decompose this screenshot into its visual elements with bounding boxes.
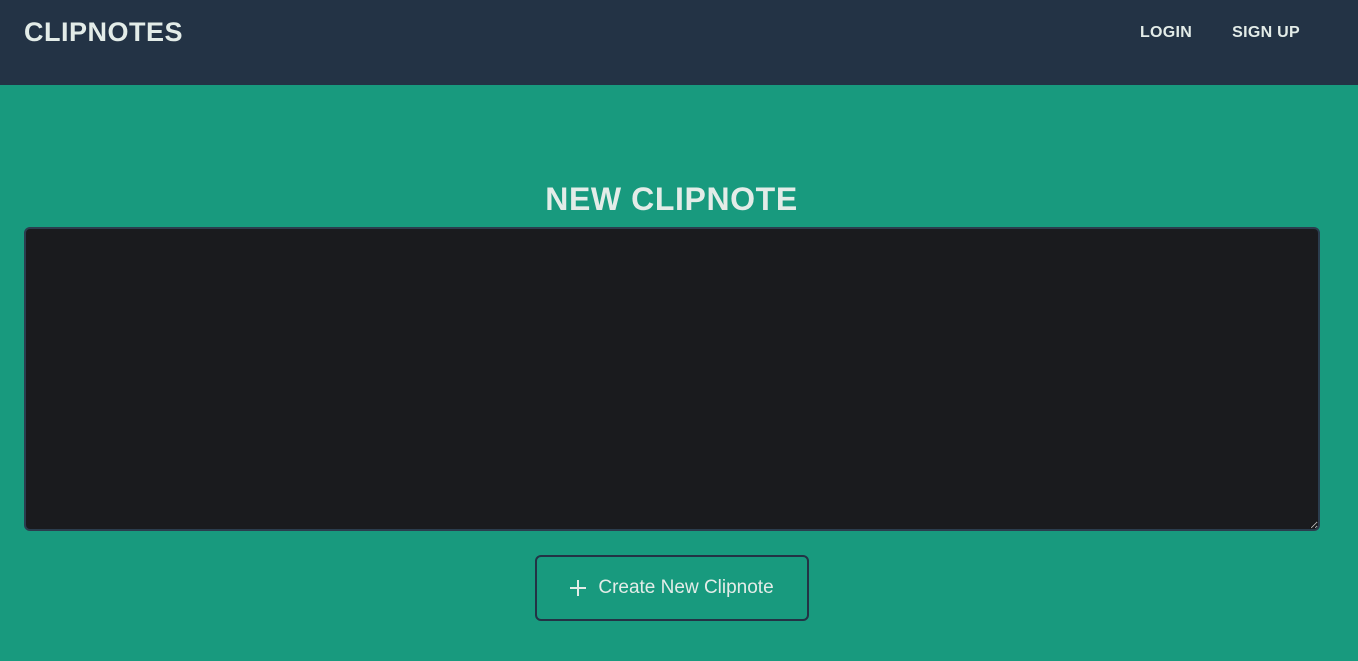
create-clipnote-label: Create New Clipnote bbox=[598, 577, 774, 598]
nav-links: LOGIN SIGN UP bbox=[1140, 24, 1300, 42]
clipnote-textarea[interactable] bbox=[24, 227, 1320, 531]
signup-link[interactable]: SIGN UP bbox=[1232, 24, 1300, 42]
page-title: NEW CLIPNOTE bbox=[545, 181, 798, 217]
brand-logo[interactable]: CLIPNOTES bbox=[24, 17, 183, 48]
create-clipnote-button[interactable]: Create New Clipnote bbox=[535, 555, 809, 621]
plus-icon bbox=[570, 580, 587, 596]
navbar: CLIPNOTES LOGIN SIGN UP bbox=[0, 0, 1358, 85]
login-link[interactable]: LOGIN bbox=[1140, 24, 1192, 42]
